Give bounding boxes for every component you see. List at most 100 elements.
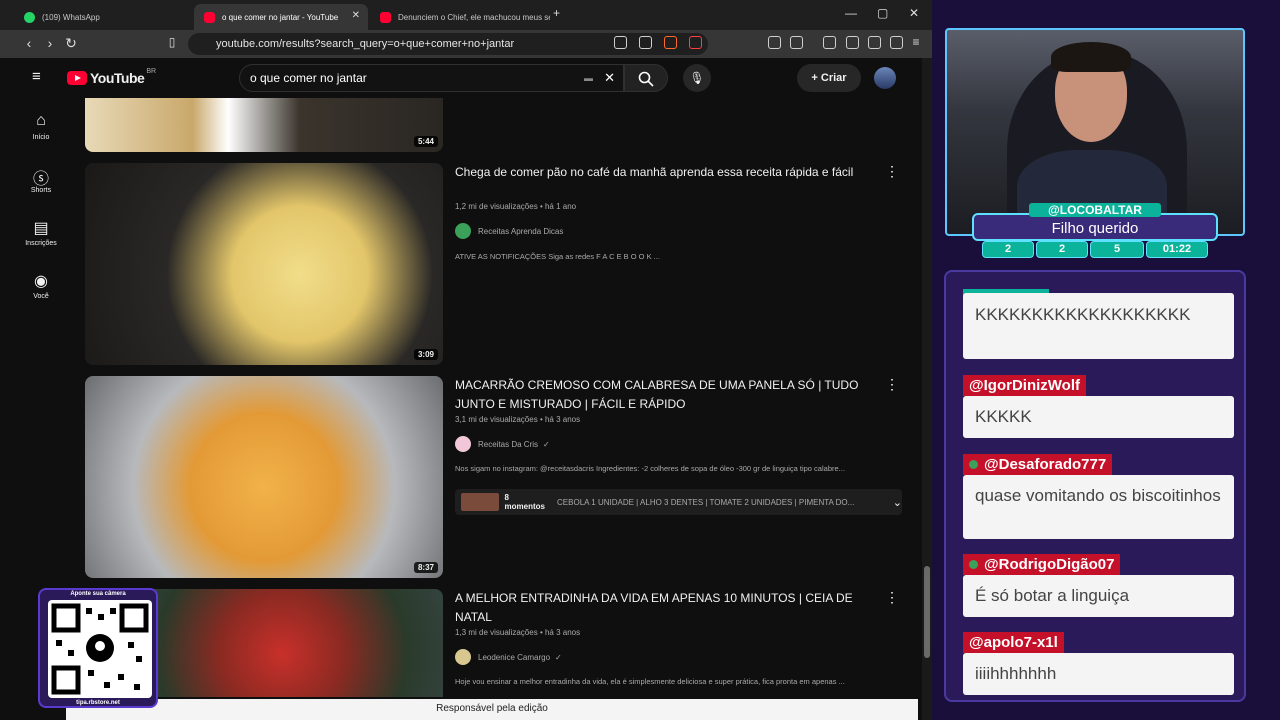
extensions-icon[interactable] <box>768 36 781 49</box>
cast-icon[interactable] <box>614 36 627 49</box>
sidenav-item-home[interactable]: ⌂ Início <box>12 112 70 141</box>
screenshot-icon[interactable] <box>790 36 803 49</box>
channel-link[interactable]: Leodenice Camargo ✓ <box>455 649 562 665</box>
hamburger-icon[interactable]: ≡ <box>32 68 41 85</box>
search-button[interactable] <box>624 64 668 92</box>
youtube-play-icon <box>67 71 87 85</box>
stat-badge: 2 <box>1036 241 1088 258</box>
qr-code <box>48 600 152 698</box>
moments-text: CEBOLA 1 UNIDADE | ALHO 3 DENTES | TOMAT… <box>557 497 855 507</box>
channel-avatar <box>455 436 471 452</box>
video-description: ATIVE AS NOTIFICAÇÕES Siga as redes F A … <box>455 252 660 261</box>
whatsapp-icon <box>24 11 35 23</box>
editor-credit-bar: Responsável pela edição <box>66 699 918 720</box>
video-thumbnail[interactable]: 5:44 <box>85 98 443 152</box>
stream-caption: Filho querido <box>1051 220 1139 237</box>
caption-box: Filho querido <box>972 213 1218 241</box>
bookmark-icon[interactable]: ▯ <box>163 35 181 49</box>
upload-age: há 1 ano <box>544 202 577 211</box>
chat-message: quase vomitando os biscoitinhos <box>963 475 1234 539</box>
more-options-icon[interactable]: ⋮ <box>885 376 899 393</box>
minimize-icon[interactable]: — <box>845 6 857 20</box>
verified-icon: ✓ <box>543 439 550 449</box>
video-result[interactable]: 8:37 MACARRÃO CREMOSO COM CALABRESA DE U… <box>85 376 905 578</box>
video-thumbnail[interactable]: 3:09 <box>85 163 443 365</box>
chat-username-text: @Desaforado777 <box>984 456 1107 473</box>
video-title[interactable]: Chega de comer pão no café da manhã apre… <box>455 163 875 182</box>
streamer-hud: Filho querido @LOCOBALTAR 2 2 5 01:22 <box>972 203 1218 259</box>
back-icon[interactable]: ‹ <box>20 35 38 51</box>
moment-thumbnail <box>461 493 499 511</box>
create-button[interactable]: + Criar <box>797 64 861 92</box>
clear-search-icon[interactable]: ✕ <box>604 65 615 91</box>
share-icon[interactable] <box>639 36 652 49</box>
channel-link[interactable]: Receitas Da Cris ✓ <box>455 436 550 452</box>
voice-search-button[interactable]: 🎙 <box>683 64 711 92</box>
new-tab-button[interactable]: + <box>553 6 560 20</box>
channel-link[interactable]: Receitas Aprenda Dicas <box>455 223 563 239</box>
video-result[interactable]: 3:09 Chega de comer pão no café da manhã… <box>85 163 905 365</box>
stat-badge: 5 <box>1090 241 1144 258</box>
brave-rewards-icon[interactable] <box>689 36 702 49</box>
chat-message: KKKKKKKKKKKKKKKKKKK <box>963 293 1234 359</box>
tab-youtube[interactable]: o que comer no jantar - YouTube ✕ <box>194 4 368 30</box>
qr-code-widget: Aponte sua câmera tipa.rbstore.net <box>38 588 158 708</box>
moments-label: 8 momentos <box>504 493 545 511</box>
upload-age: há 3 anos <box>544 628 581 637</box>
video-meta: 1,2 mi de visualizações • há 1 ano <box>455 202 577 211</box>
sidenav-item-you[interactable]: ◉ Você <box>12 271 70 300</box>
url-field[interactable]: youtube.com/results?search_query=o+que+c… <box>188 33 708 55</box>
sidenav-label: Início <box>32 134 50 141</box>
vpn-icon[interactable] <box>890 36 903 49</box>
channel-avatar <box>455 649 471 665</box>
keyboard-icon[interactable]: ▬ <box>584 65 593 91</box>
close-window-icon[interactable]: ✕ <box>909 6 919 20</box>
chat-username: @apolo7-x1l <box>963 632 1064 653</box>
tab-whatsapp[interactable]: (109) WhatsApp <box>14 4 194 30</box>
leo-icon[interactable] <box>868 36 881 49</box>
country-code: BR <box>146 67 157 75</box>
video-result[interactable]: 5:44 <box>85 98 905 152</box>
search-value: o que comer no jantar <box>250 71 367 85</box>
scrollbar[interactable] <box>922 58 932 720</box>
channel-name: Receitas Da Cris <box>478 439 539 449</box>
channel-avatar <box>455 223 471 239</box>
search-input[interactable]: o que comer no jantar ▬ ✕ <box>239 64 624 92</box>
video-thumbnail[interactable]: 8:37 <box>85 376 443 578</box>
video-duration: 5:44 <box>413 136 438 147</box>
reload-icon[interactable]: ↻ <box>62 35 80 52</box>
menu-icon[interactable]: ≡ <box>907 35 925 49</box>
account-avatar[interactable] <box>874 67 896 89</box>
verified-icon: ✓ <box>555 652 562 662</box>
forward-icon[interactable]: › <box>41 35 59 51</box>
chevron-down-icon[interactable]: ⌄ <box>893 496 902 509</box>
tab-video[interactable]: Denunciem o Chief, ele machucou meus sen… <box>370 4 550 30</box>
chat-message: KKKKK <box>963 396 1234 438</box>
qr-pattern <box>51 603 149 695</box>
tab-label: o que comer no jantar - YouTube <box>222 12 339 22</box>
video-result[interactable]: A MELHOR ENTRADINHA DA VIDA EM APENAS 10… <box>85 589 905 697</box>
maximize-icon[interactable]: ▢ <box>877 6 888 20</box>
video-title[interactable]: A MELHOR ENTRADINHA DA VIDA EM APENAS 10… <box>455 589 875 627</box>
brave-shield-icon[interactable] <box>664 36 677 49</box>
streamer-hair <box>1051 42 1131 72</box>
video-description: Hoje vou ensinar a melhor entradinha da … <box>455 677 845 686</box>
key-moments[interactable]: 8 momentos CEBOLA 1 UNIDADE | ALHO 3 DEN… <box>455 489 902 515</box>
tab-label: (109) WhatsApp <box>42 12 100 22</box>
chat-username: @IgorDinizWolf <box>963 375 1086 396</box>
video-description: Nos sigam no instagram: @receitasdacris … <box>455 464 845 473</box>
more-options-icon[interactable]: ⋮ <box>885 163 899 180</box>
video-title[interactable]: MACARRÃO CREMOSO COM CALABRESA DE UMA PA… <box>455 376 875 414</box>
sidenav-item-subscriptions[interactable]: ▤ Inscrições <box>12 218 70 247</box>
create-label: Criar <box>820 72 847 84</box>
member-badge-icon <box>969 460 978 469</box>
youtube-logo[interactable]: YouTube BR <box>67 67 157 86</box>
qr-caption-top: Aponte sua câmera <box>70 591 126 597</box>
sidenav-item-shorts[interactable]: ⓢ Shorts <box>12 165 70 194</box>
wallet-icon[interactable] <box>846 36 859 49</box>
sidebar-icon[interactable] <box>823 36 836 49</box>
more-options-icon[interactable]: ⋮ <box>885 589 899 606</box>
scrollbar-thumb[interactable] <box>924 566 930 658</box>
close-tab-icon[interactable]: ✕ <box>352 10 360 21</box>
search-icon <box>638 71 654 87</box>
